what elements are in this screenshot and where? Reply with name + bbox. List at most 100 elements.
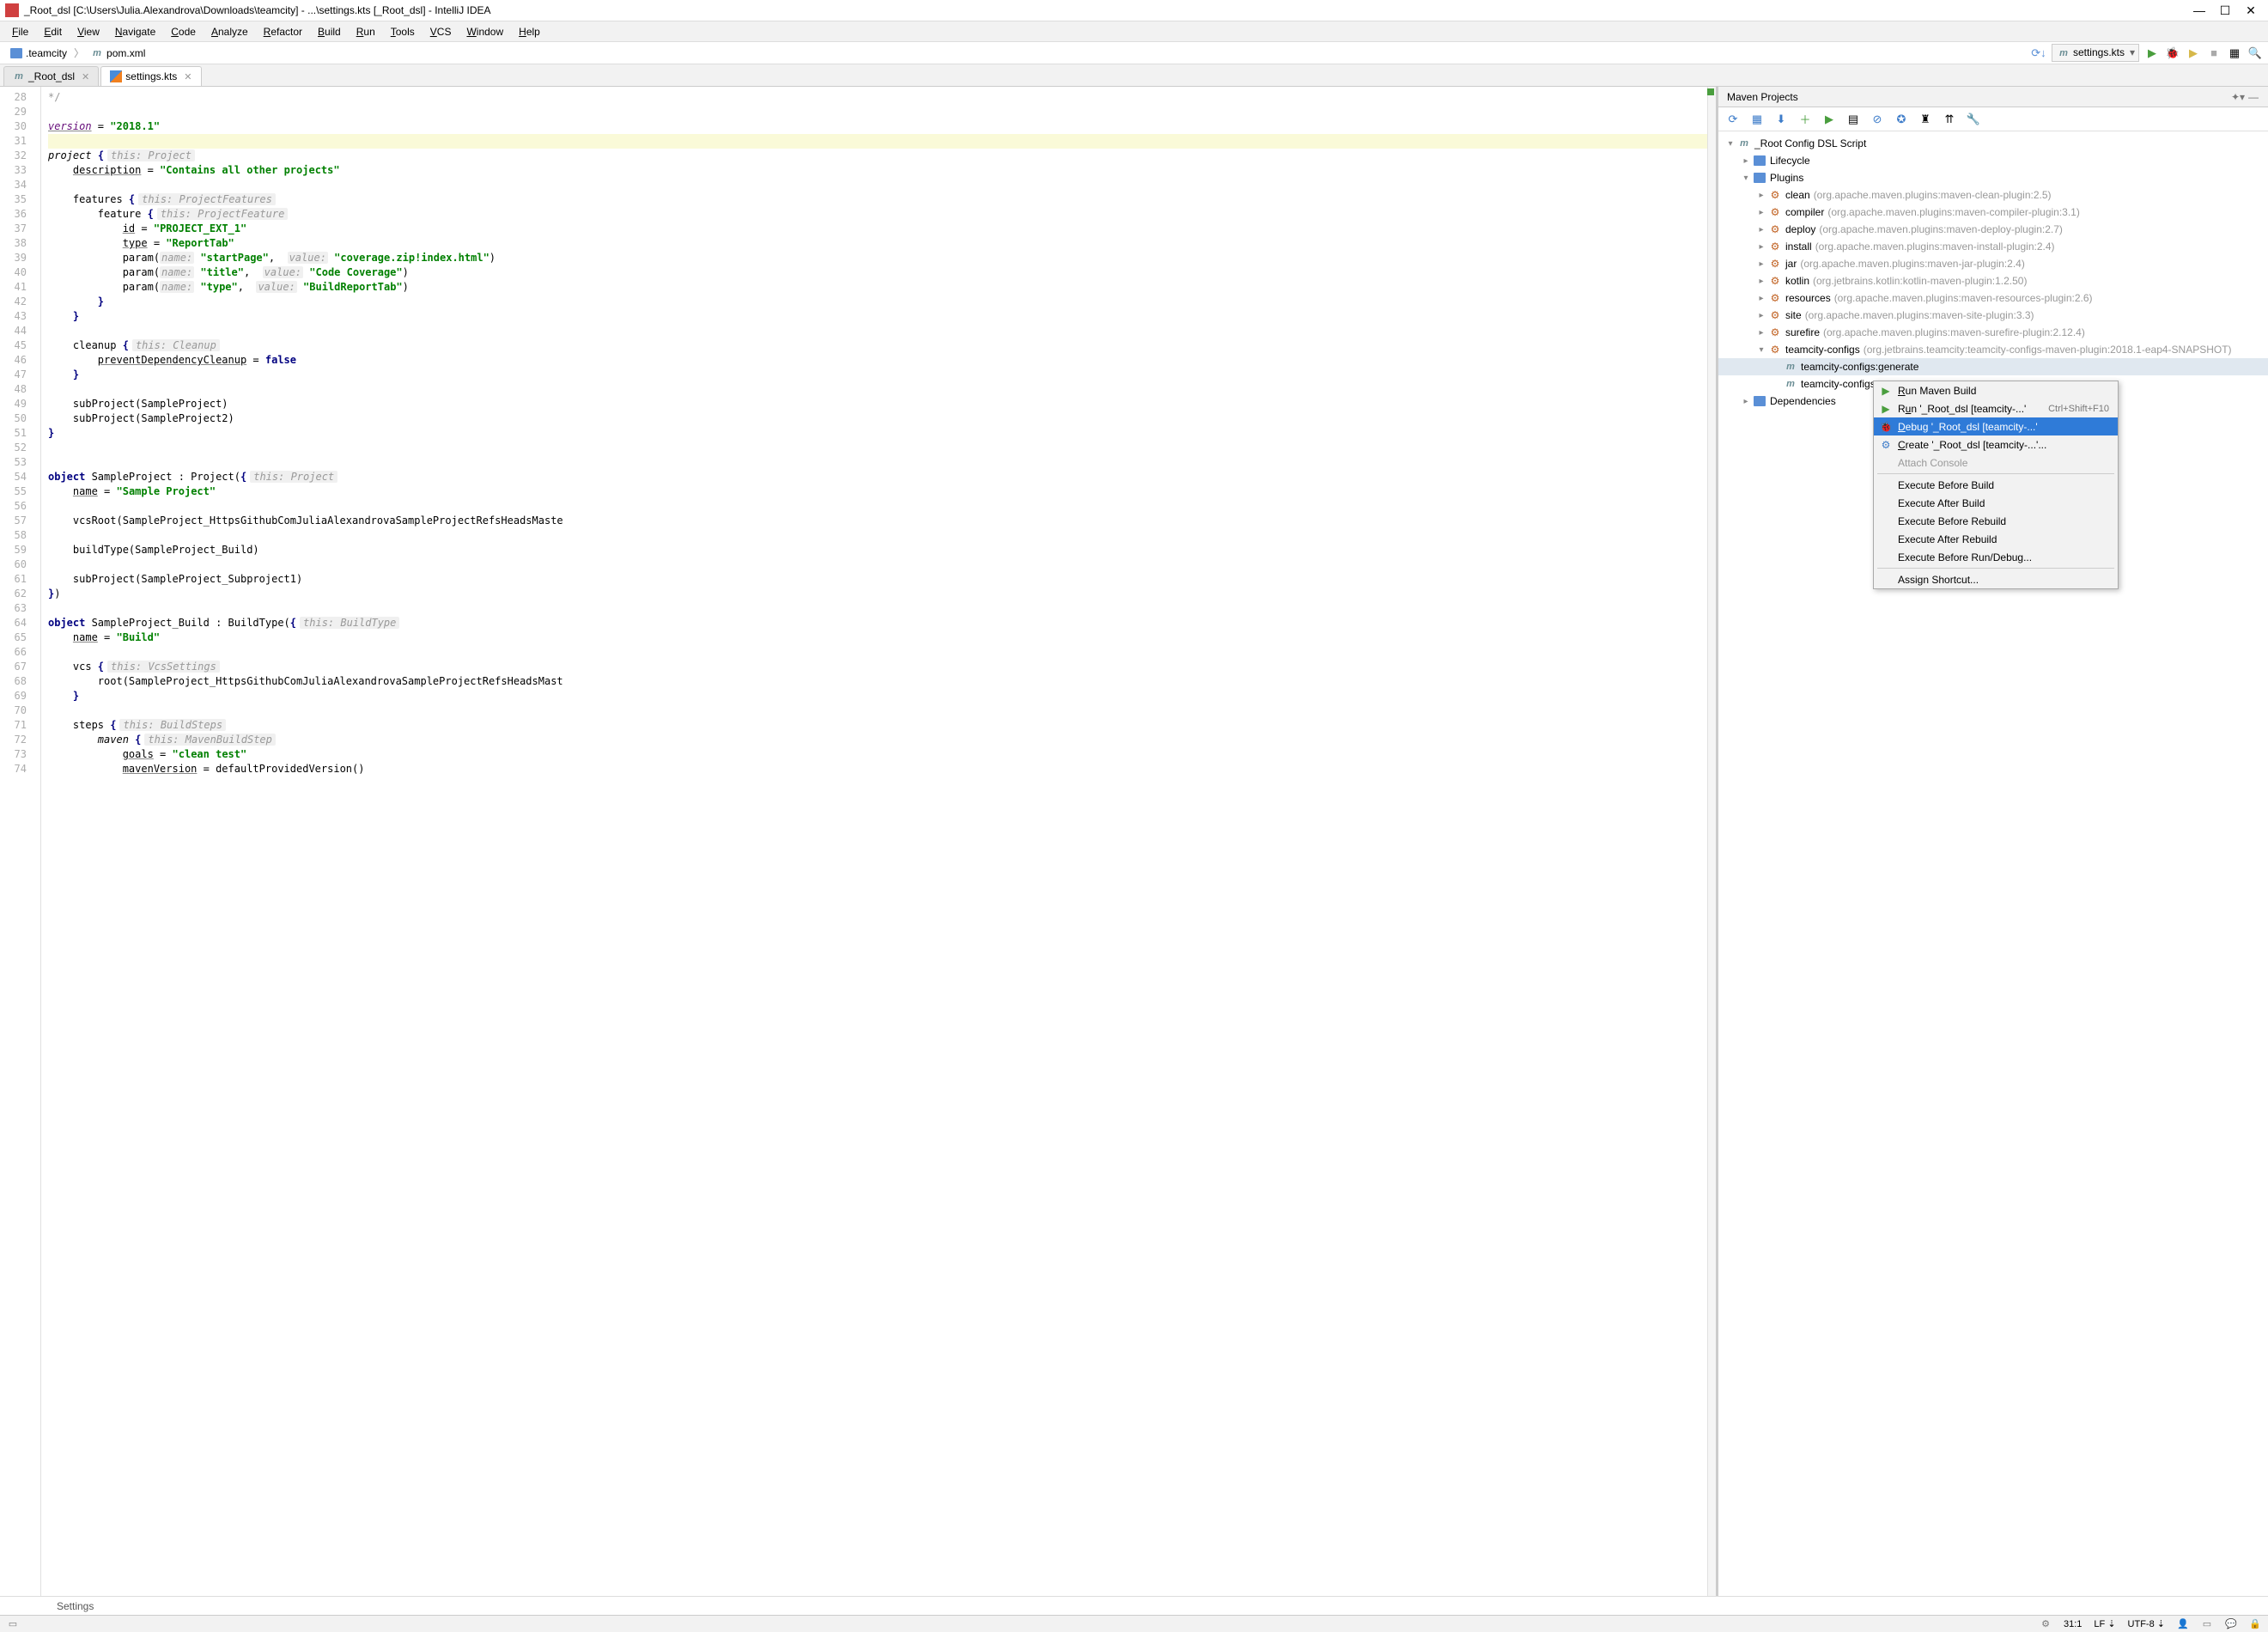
code-line-67[interactable]: vcs {this: VcsSettings <box>48 660 1716 674</box>
tree-twisty-icon[interactable]: ▾ <box>1724 139 1737 149</box>
minimize-button[interactable]: — <box>2194 5 2204 15</box>
editor[interactable]: 2829303132333435363738394041424344454647… <box>0 87 1718 1596</box>
breadcrumb-label[interactable]: Settings <box>57 1600 94 1612</box>
tree-twisty-icon[interactable]: ▸ <box>1754 328 1768 338</box>
menu-vcs[interactable]: VCS <box>423 24 459 40</box>
generate-sources-icon[interactable]: ▦ <box>1749 112 1765 127</box>
menu-build[interactable]: Build <box>311 24 348 40</box>
debug-button[interactable]: 🐞 <box>2165 46 2180 61</box>
maven-root[interactable]: ▾m_Root Config DSL Script <box>1718 135 2268 152</box>
code-line-44[interactable] <box>48 324 1716 338</box>
code-line-41[interactable]: param(name: "type", value: "BuildReportT… <box>48 280 1716 295</box>
code-line-68[interactable]: root(SampleProject_HttpsGithubComJuliaAl… <box>48 674 1716 689</box>
code-line-59[interactable]: buildType(SampleProject_Build) <box>48 543 1716 557</box>
coverage-button[interactable]: ▶ <box>2186 46 2201 61</box>
menu-view[interactable]: View <box>70 24 106 40</box>
code-line-62[interactable]: }) <box>48 587 1716 601</box>
menu-refactor[interactable]: Refactor <box>257 24 309 40</box>
tree-twisty-icon[interactable]: ▸ <box>1754 191 1768 200</box>
crumb-folder[interactable]: .teamcity <box>5 46 72 61</box>
tree-twisty-icon[interactable]: ▾ <box>1754 345 1768 355</box>
background-tasks-icon[interactable]: ⚙ <box>2040 1618 2052 1630</box>
code-line-53[interactable] <box>48 455 1716 470</box>
maven-plugins[interactable]: ▾Plugins <box>1718 169 2268 186</box>
code-line-70[interactable] <box>48 703 1716 718</box>
code-line-63[interactable] <box>48 601 1716 616</box>
add-icon[interactable]: ＋ <box>1797 112 1813 127</box>
reimport-icon[interactable]: ⟳ <box>1725 112 1741 127</box>
maximize-button[interactable]: ☐ <box>2220 5 2230 15</box>
plugin-install[interactable]: ▸⚙install(org.apache.maven.plugins:maven… <box>1718 238 2268 255</box>
code-line-37[interactable]: id = "PROJECT_EXT_1" <box>48 222 1716 236</box>
tree-twisty-icon[interactable]: ▾ <box>1739 174 1753 183</box>
menu-file[interactable]: File <box>5 24 35 40</box>
code-line-58[interactable] <box>48 528 1716 543</box>
code-line-49[interactable]: subProject(SampleProject) <box>48 397 1716 411</box>
tree-twisty-icon[interactable]: ▸ <box>1754 242 1768 252</box>
memory-indicator-icon[interactable]: ▭ <box>2201 1618 2213 1630</box>
menu-run[interactable]: Run <box>350 24 382 40</box>
code-line-40[interactable]: param(name: "title", value: "Code Covera… <box>48 265 1716 280</box>
code-line-48[interactable] <box>48 382 1716 397</box>
caret-position[interactable]: 31:1 <box>2064 1619 2082 1629</box>
toggle-skip-tests-icon[interactable]: ✪ <box>1894 112 1909 127</box>
panel-hide-icon[interactable]: — <box>2247 91 2259 103</box>
code-line-52[interactable] <box>48 441 1716 455</box>
code-line-38[interactable]: type = "ReportTab" <box>48 236 1716 251</box>
run-button[interactable]: ▶ <box>2144 46 2160 61</box>
code-line-66[interactable] <box>48 645 1716 660</box>
tab-_Root_dsl[interactable]: m_Root_dsl✕ <box>3 66 99 86</box>
code-line-39[interactable]: param(name: "startPage", value: "coverag… <box>48 251 1716 265</box>
line-separator[interactable]: LF ⇣ <box>2094 1618 2115 1629</box>
code-line-72[interactable]: maven {this: MavenBuildStep <box>48 733 1716 747</box>
code-line-30[interactable]: version = "2018.1" <box>48 119 1716 134</box>
code-line-57[interactable]: vcsRoot(SampleProject_HttpsGithubComJuli… <box>48 514 1716 528</box>
code-line-60[interactable] <box>48 557 1716 572</box>
ctx-debug-root-dsl-teamcity-[interactable]: 🐞Debug '_Root_dsl [teamcity-...' <box>1874 417 2118 435</box>
plugin-site[interactable]: ▸⚙site(org.apache.maven.plugins:maven-si… <box>1718 307 2268 324</box>
tree-twisty-icon[interactable]: ▸ <box>1754 225 1768 234</box>
layout-button[interactable]: ▦ <box>2227 46 2242 61</box>
plugin-jar[interactable]: ▸⚙jar(org.apache.maven.plugins:maven-jar… <box>1718 255 2268 272</box>
plugin-deploy[interactable]: ▸⚙deploy(org.apache.maven.plugins:maven-… <box>1718 221 2268 238</box>
code-line-69[interactable]: } <box>48 689 1716 703</box>
goal-teamcity-configs:generate[interactable]: mteamcity-configs:generate <box>1718 358 2268 375</box>
code-line-55[interactable]: name = "Sample Project" <box>48 484 1716 499</box>
ctx-run-maven-build[interactable]: ▶Run Maven Build <box>1874 381 2118 399</box>
tree-twisty-icon[interactable]: ▸ <box>1754 208 1768 217</box>
code-line-56[interactable] <box>48 499 1716 514</box>
toggle-offline-icon[interactable]: ⊘ <box>1870 112 1885 127</box>
maven-settings-icon[interactable]: 🔧 <box>1966 112 1981 127</box>
plugin-clean[interactable]: ▸⚙clean(org.apache.maven.plugins:maven-c… <box>1718 186 2268 204</box>
code-line-73[interactable]: goals = "clean test" <box>48 747 1716 762</box>
code-line-36[interactable]: feature {this: ProjectFeature <box>48 207 1716 222</box>
show-dependencies-icon[interactable]: ♜ <box>1918 112 1933 127</box>
tree-twisty-icon[interactable]: ▸ <box>1739 156 1753 166</box>
code-line-65[interactable]: name = "Build" <box>48 630 1716 645</box>
code-line-47[interactable]: } <box>48 368 1716 382</box>
code-line-42[interactable]: } <box>48 295 1716 309</box>
collapse-all-icon[interactable]: ⇈ <box>1942 112 1957 127</box>
plugin-compiler[interactable]: ▸⚙compiler(org.apache.maven.plugins:mave… <box>1718 204 2268 221</box>
code-line-50[interactable]: subProject(SampleProject2) <box>48 411 1716 426</box>
plugin-teamcity-configs[interactable]: ▾⚙teamcity-configs(org.jetbrains.teamcit… <box>1718 341 2268 358</box>
ctx-assign-shortcut-[interactable]: Assign Shortcut... <box>1874 570 2118 588</box>
inspection-profile-icon[interactable]: 👤 <box>2177 1618 2189 1630</box>
stop-button[interactable]: ■ <box>2206 46 2222 61</box>
sync-icon[interactable]: ⟳↓ <box>2031 46 2046 61</box>
ctx-execute-before-run-debug-[interactable]: Execute Before Run/Debug... <box>1874 548 2118 566</box>
tree-twisty-icon[interactable]: ▸ <box>1754 311 1768 320</box>
close-button[interactable]: ✕ <box>2246 5 2256 15</box>
code-line-43[interactable]: } <box>48 309 1716 324</box>
code-line-32[interactable]: project {this: Project <box>48 149 1716 163</box>
menu-help[interactable]: Help <box>512 24 547 40</box>
menu-window[interactable]: Window <box>459 24 510 40</box>
code-line-71[interactable]: steps {this: BuildSteps <box>48 718 1716 733</box>
plugin-resources[interactable]: ▸⚙resources(org.apache.maven.plugins:mav… <box>1718 289 2268 307</box>
plugin-kotlin[interactable]: ▸⚙kotlin(org.jetbrains.kotlin:kotlin-mav… <box>1718 272 2268 289</box>
code-line-61[interactable]: subProject(SampleProject_Subproject1) <box>48 572 1716 587</box>
ctx-execute-before-rebuild[interactable]: Execute Before Rebuild <box>1874 512 2118 530</box>
code-line-29[interactable] <box>48 105 1716 119</box>
menu-navigate[interactable]: Navigate <box>108 24 162 40</box>
crumb-file[interactable]: mpom.xml <box>86 46 150 61</box>
